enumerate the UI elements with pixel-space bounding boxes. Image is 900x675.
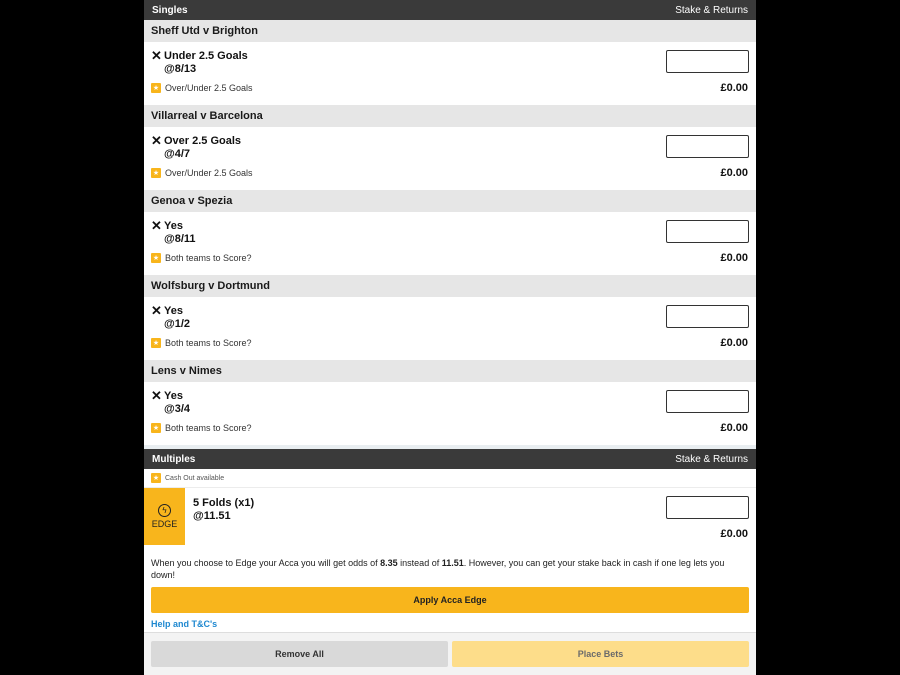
edge-info-text: When you choose to Edge your Acca you wi… <box>144 545 756 585</box>
event-title: Villarreal v Barcelona <box>144 105 756 127</box>
info-text: When you choose to Edge your Acca you wi… <box>151 558 381 568</box>
multiple-bet: ϟ EDGE 5 Folds (x1) @11.51 £0.00 <box>144 488 756 545</box>
selection-odds: @3/4 <box>164 403 191 415</box>
event-title: Sheff Utd v Brighton <box>144 20 756 42</box>
market-name: Both teams to Score? <box>165 253 252 263</box>
info-text: instead of <box>397 558 442 568</box>
selection-odds: @8/11 <box>164 233 196 245</box>
selection-name: Yes <box>164 305 183 317</box>
help-tc-link[interactable]: Help and T&C's <box>144 613 756 631</box>
acca-edge-badge: ϟ EDGE <box>144 488 185 545</box>
original-odds: 11.51 <box>441 558 464 568</box>
footer-bar: Remove All Place Bets <box>144 632 756 675</box>
single-bet: Sheff Utd v Brighton ✕ Under 2.5 Goals @… <box>144 20 756 105</box>
market-label: ★ Both teams to Score? <box>151 253 252 263</box>
returns-value: £0.00 <box>720 337 748 349</box>
market-name: Over/Under 2.5 Goals <box>165 168 253 178</box>
star-icon: ★ <box>151 423 161 433</box>
selection-odds: @4/7 <box>164 148 191 160</box>
close-icon[interactable]: ✕ <box>151 134 162 147</box>
star-icon: ★ <box>151 168 161 178</box>
apply-acca-edge-button[interactable]: Apply Acca Edge <box>151 587 749 613</box>
remove-all-button[interactable]: Remove All <box>151 641 448 667</box>
single-bet: Villarreal v Barcelona ✕ Over 2.5 Goals … <box>144 105 756 190</box>
single-bet: Genoa v Spezia ✕ Yes @8/11 ★ Both teams … <box>144 190 756 275</box>
stake-returns-label: Stake & Returns <box>675 453 748 465</box>
place-bets-button[interactable]: Place Bets <box>452 641 749 667</box>
cashout-label: Cash Out available <box>165 474 225 482</box>
market-name: Over/Under 2.5 Goals <box>165 83 253 93</box>
fold-odds: @11.51 <box>193 510 231 522</box>
market-name: Both teams to Score? <box>165 338 252 348</box>
singles-title: Singles <box>152 4 188 16</box>
edge-odds: 8.35 <box>380 558 398 568</box>
selection-odds: @8/13 <box>164 63 197 75</box>
event-title: Wolfsburg v Dortmund <box>144 275 756 297</box>
stake-input[interactable] <box>666 50 749 73</box>
lightning-icon: ϟ <box>158 504 171 517</box>
returns-value: £0.00 <box>720 422 748 434</box>
multiples-title: Multiples <box>152 453 196 465</box>
star-icon: ★ <box>151 338 161 348</box>
star-icon: ★ <box>151 253 161 263</box>
close-icon[interactable]: ✕ <box>151 304 162 317</box>
event-title: Lens v Nimes <box>144 360 756 382</box>
cashout-notice: ★ Cash Out available <box>144 469 756 488</box>
returns-value: £0.00 <box>720 528 748 540</box>
star-icon: ★ <box>151 473 161 483</box>
selection-name: Over 2.5 Goals <box>164 135 242 147</box>
market-label: ★ Over/Under 2.5 Goals <box>151 168 253 178</box>
bet-slip: Singles Stake & Returns Sheff Utd v Brig… <box>144 0 756 675</box>
stake-input[interactable] <box>666 496 749 519</box>
selection-name: Yes <box>164 390 183 402</box>
close-icon[interactable]: ✕ <box>151 49 162 62</box>
stake-returns-label: Stake & Returns <box>675 4 748 16</box>
returns-value: £0.00 <box>720 252 748 264</box>
event-title: Genoa v Spezia <box>144 190 756 212</box>
fold-title: 5 Folds (x1) <box>193 497 255 509</box>
stake-input[interactable] <box>666 305 749 328</box>
returns-value: £0.00 <box>720 167 748 179</box>
singles-header: Singles Stake & Returns <box>144 0 756 20</box>
close-icon[interactable]: ✕ <box>151 389 162 402</box>
close-icon[interactable]: ✕ <box>151 219 162 232</box>
multiples-header: Multiples Stake & Returns <box>144 449 756 469</box>
market-label: ★ Both teams to Score? <box>151 338 252 348</box>
market-name: Both teams to Score? <box>165 423 252 433</box>
returns-value: £0.00 <box>720 82 748 94</box>
single-bet: Wolfsburg v Dortmund ✕ Yes @1/2 ★ Both t… <box>144 275 756 360</box>
stake-input[interactable] <box>666 220 749 243</box>
selection-odds: @1/2 <box>164 318 191 330</box>
star-icon: ★ <box>151 83 161 93</box>
market-label: ★ Both teams to Score? <box>151 423 252 433</box>
stake-input[interactable] <box>666 135 749 158</box>
stake-input[interactable] <box>666 390 749 413</box>
selection-name: Yes <box>164 220 183 232</box>
single-bet: Lens v Nimes ✕ Yes @3/4 ★ Both teams to … <box>144 360 756 445</box>
edge-label: EDGE <box>151 519 178 529</box>
market-label: ★ Over/Under 2.5 Goals <box>151 83 253 93</box>
selection-name: Under 2.5 Goals <box>164 50 248 62</box>
